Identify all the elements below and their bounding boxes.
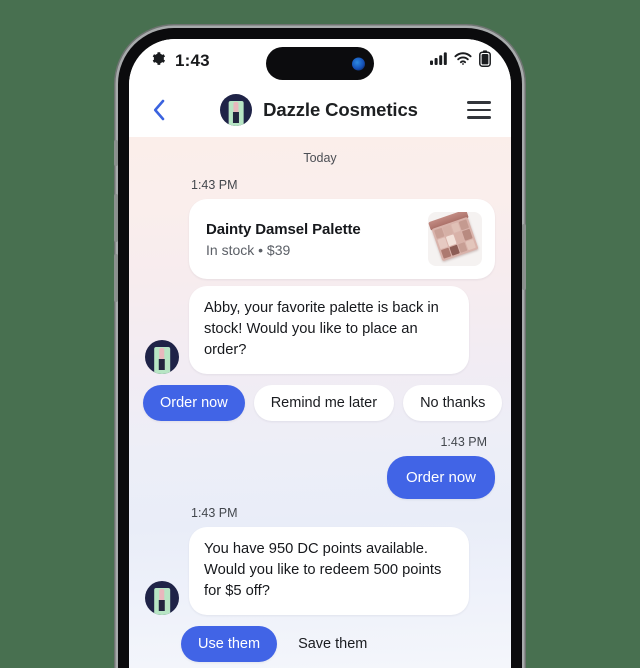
volume-down-button[interactable] <box>114 254 118 302</box>
brand-avatar <box>220 94 253 126</box>
product-card-text: Dainty Damsel Palette In stock • $39 <box>206 221 414 258</box>
volume-up-button[interactable] <box>114 194 118 242</box>
battery-icon <box>479 50 491 72</box>
message-row-user: Order now <box>145 455 495 500</box>
day-divider: Today <box>303 151 337 165</box>
user-message-bubble: Order now <box>386 455 495 500</box>
avatar-slot <box>145 339 179 374</box>
bot-avatar <box>145 339 179 374</box>
points-message-timestamp: 1:43 PM <box>191 506 238 521</box>
dynamic-island <box>266 47 374 80</box>
phone-device-frame: 1:43 Dazzle Cosmetics Today 1:43 PM Dain… <box>114 28 526 668</box>
status-bar-clock: 1:43 <box>175 51 210 70</box>
bot-avatar <box>145 580 179 615</box>
message-row-points: You have 950 DC points available. Would … <box>145 527 495 615</box>
avatar-slot <box>145 580 179 615</box>
quick-reply-group-2: Use them Save them <box>181 625 495 662</box>
product-thumbnail <box>428 212 482 266</box>
message-row-bot-text: Abby, your favorite palette is back in s… <box>145 286 495 374</box>
phone-screen: 1:43 Dazzle Cosmetics Today 1:43 PM Dain… <box>129 39 511 668</box>
chevron-left-icon[interactable] <box>147 98 171 122</box>
quick-reply-remind-me-later[interactable]: Remind me later <box>253 384 395 421</box>
quick-reply-no-thanks[interactable]: No thanks <box>403 384 503 421</box>
hamburger-menu-icon[interactable] <box>467 101 491 119</box>
message-timestamp: 1:43 PM <box>191 178 238 192</box>
status-bar: 1:43 <box>129 39 511 83</box>
status-bar-left: 1:43 <box>151 51 210 71</box>
brand-header: Dazzle Cosmetics <box>171 94 467 126</box>
screenshot-stage: 1:43 Dazzle Cosmetics Today 1:43 PM Dain… <box>0 0 640 668</box>
chat-thread[interactable]: Today 1:43 PM Dainty Damsel Palette In s… <box>129 137 511 668</box>
silent-switch-button[interactable] <box>114 140 118 166</box>
quick-reply-save-them[interactable]: Save them <box>281 626 384 662</box>
wifi-icon <box>454 52 472 70</box>
product-title: Dainty Damsel Palette <box>206 220 361 238</box>
user-message-timestamp: 1:43 PM <box>440 434 487 449</box>
quick-reply-use-them[interactable]: Use them <box>181 625 278 662</box>
message-row-product: Dainty Damsel Palette In stock • $39 <box>145 199 495 279</box>
status-bar-right <box>430 50 491 72</box>
cellular-signal-icon <box>430 52 447 70</box>
bot-message-bubble: Abby, your favorite palette is back in s… <box>189 286 469 374</box>
quick-reply-group-1: Order now Remind me later No thanks <box>143 384 503 421</box>
app-nav-bar: Dazzle Cosmetics <box>129 83 511 137</box>
points-message-bubble: You have 950 DC points available. Would … <box>189 527 469 615</box>
quick-reply-order-now[interactable]: Order now <box>143 384 245 421</box>
product-card[interactable]: Dainty Damsel Palette In stock • $39 <box>189 199 495 279</box>
page-title: Dazzle Cosmetics <box>263 99 418 120</box>
power-button[interactable] <box>522 224 526 290</box>
product-meta: In stock • $39 <box>206 241 291 258</box>
gear-icon <box>151 51 166 71</box>
front-camera-icon <box>352 57 365 70</box>
